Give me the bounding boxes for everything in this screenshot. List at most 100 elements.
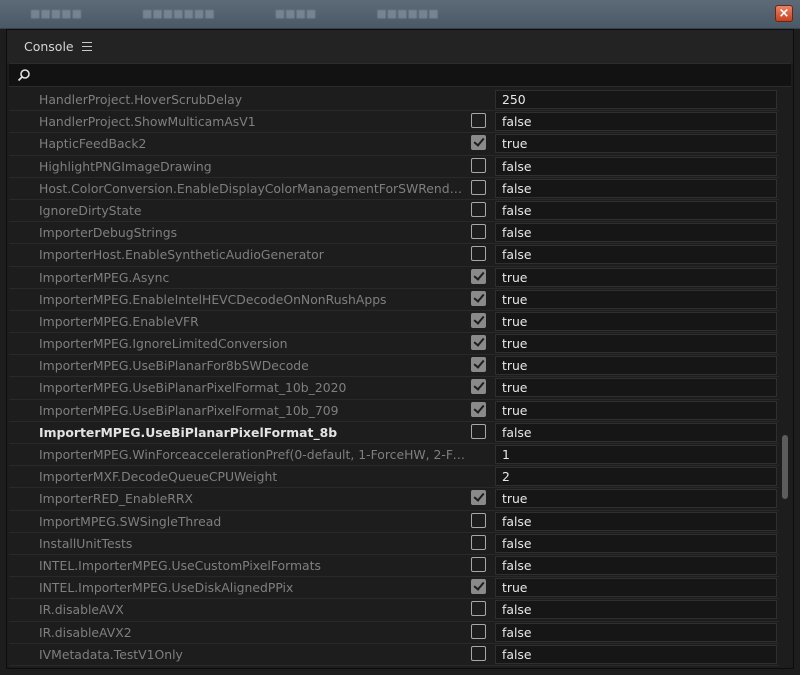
- setting-name: INTEL.ImporterMPEG.UseCustomPixelFormats: [39, 557, 321, 573]
- table-row: IgnoreDirtyState false: [9, 200, 779, 223]
- setting-value-field[interactable]: true: [495, 356, 777, 376]
- table-row: ImporterRED_EnableRRX true: [9, 488, 779, 511]
- setting-name: IR.disableAVX2: [39, 624, 132, 640]
- checkbox-unchecked[interactable]: [471, 423, 486, 439]
- panel-title: Console: [24, 39, 74, 54]
- table-row: ImporterMPEG.Async true: [9, 267, 779, 289]
- table-row: HighlightPNGImageDrawing false: [9, 156, 779, 178]
- setting-value-field[interactable]: false: [495, 156, 777, 176]
- close-button[interactable]: ×: [775, 5, 793, 22]
- setting-name: ImporterMPEG.EnableVFR: [39, 313, 199, 329]
- checkbox-unchecked[interactable]: [471, 113, 486, 129]
- window-titlebar: ■■■■■ ■■■■■■■ ■■■■ ■■■■■■ ×: [0, 0, 800, 29]
- setting-value-field[interactable]: false: [495, 555, 777, 575]
- checkbox-unchecked[interactable]: [471, 157, 486, 173]
- checkbox-checked[interactable]: [471, 579, 486, 595]
- table-row: ImporterMPEG.UseBiPlanarPixelFormat_10b_…: [9, 400, 779, 422]
- setting-value-field[interactable]: false: [495, 178, 777, 198]
- setting-value-field[interactable]: false: [495, 245, 777, 265]
- table-row: IVMetadata.TestV1Only false: [9, 644, 779, 666]
- table-row: Host.ColorConversion.EnableDisplayColorM…: [9, 178, 779, 200]
- setting-value-field[interactable]: false: [495, 511, 777, 531]
- setting-value-field[interactable]: false: [495, 622, 777, 642]
- table-row: HandlerProject.HoverScrubDelay 250: [9, 89, 779, 112]
- checkbox-unchecked[interactable]: [471, 601, 486, 617]
- setting-name: IVMetadata.TestV1Only: [39, 646, 183, 662]
- table-row: ImporterDebugStrings false: [9, 222, 779, 245]
- setting-value-field[interactable]: false: [495, 644, 777, 664]
- setting-value-field[interactable]: true: [495, 311, 777, 331]
- setting-value-field[interactable]: 250: [495, 90, 777, 109]
- checkbox-unchecked[interactable]: [471, 623, 486, 639]
- setting-value-field[interactable]: false: [495, 422, 777, 442]
- checkbox-unchecked[interactable]: [471, 201, 486, 217]
- table-row: ImporterMPEG.UseBiPlanarFor8bSWDecode tru…: [9, 355, 779, 378]
- checkbox-unchecked[interactable]: [471, 556, 486, 572]
- setting-value-field[interactable]: true: [495, 289, 777, 309]
- checkbox-checked[interactable]: [471, 135, 486, 151]
- checkbox-unchecked[interactable]: [471, 224, 486, 240]
- checkbox-checked[interactable]: [471, 357, 486, 373]
- table-row: ImporterMPEG.UseBiPlanarPixelFormat_10b_…: [9, 377, 779, 400]
- setting-name: ImporterHost.EnableSyntheticAudioGenerat…: [39, 247, 324, 263]
- setting-value-field[interactable]: false: [495, 600, 777, 620]
- checkbox-unchecked[interactable]: [471, 179, 486, 195]
- setting-value-field[interactable]: true: [495, 400, 777, 420]
- vertical-scrollbar[interactable]: [779, 89, 791, 667]
- setting-value-field[interactable]: false: [495, 200, 777, 220]
- console-settings-list: HandlerProject.HoverScrubDelay 250 Handler…: [9, 89, 779, 667]
- setting-value-field[interactable]: true: [495, 267, 777, 287]
- setting-name: ImporterMPEG.UseBiPlanarPixelFormat_10b_…: [39, 380, 347, 396]
- setting-name: HapticFeedBack2: [39, 136, 147, 152]
- search-bar: [9, 63, 791, 87]
- panel-header: Console: [7, 30, 793, 63]
- setting-name: ImporterRED_EnableRRX: [39, 491, 193, 507]
- setting-value-field[interactable]: true: [495, 334, 777, 354]
- setting-name: ImporterMXF.DecodeQueueCPUWeight: [39, 469, 278, 485]
- setting-value-field[interactable]: true: [495, 578, 777, 598]
- table-row: ImporterMPEG.WinForceaccelerationPref(0-…: [9, 444, 779, 467]
- setting-name: IgnoreDirtyState: [39, 202, 142, 218]
- setting-value-field[interactable]: true: [495, 378, 777, 398]
- checkbox-checked[interactable]: [471, 401, 486, 417]
- table-row: InstallUnitTests false: [9, 533, 779, 555]
- setting-name: HighlightPNGImageDrawing: [39, 158, 212, 174]
- checkbox-unchecked[interactable]: [471, 534, 486, 550]
- setting-value-field[interactable]: true: [495, 134, 777, 154]
- setting-value-field[interactable]: 1: [495, 445, 777, 464]
- setting-name: ImportMPEG.SWSingleThread: [39, 513, 222, 529]
- scrollbar-thumb[interactable]: [782, 435, 788, 499]
- setting-value-field[interactable]: false: [495, 112, 777, 132]
- table-row: ImportMPEG.SWSingleThread false: [9, 511, 779, 533]
- checkbox-checked[interactable]: [471, 379, 486, 395]
- checkbox-checked[interactable]: [471, 335, 486, 351]
- table-row: ImporterMPEG.EnableIntelHEVCDecodeOnNonR…: [9, 289, 779, 311]
- checkbox-unchecked[interactable]: [471, 246, 486, 262]
- setting-name: IR.disableAVX: [39, 602, 124, 618]
- checkbox-checked[interactable]: [471, 268, 486, 284]
- setting-value-field[interactable]: false: [495, 223, 777, 243]
- checkbox-checked[interactable]: [471, 290, 486, 306]
- table-row: INTEL.ImporterMPEG.UseDiskAlignedPPix tru…: [9, 577, 779, 600]
- setting-name: Host.ColorConversion.EnableDisplayColorM…: [39, 180, 469, 196]
- setting-name: ImporterMPEG.UseBiPlanarPixelFormat_10b_…: [39, 402, 339, 418]
- setting-name: HandlerProject.HoverScrubDelay: [39, 92, 243, 107]
- table-row: HandlerProject.ShowMulticamAsV1 false: [9, 111, 779, 134]
- hamburger-menu-icon[interactable]: [82, 42, 92, 51]
- checkbox-unchecked[interactable]: [471, 512, 486, 528]
- search-icon: [17, 69, 30, 82]
- search-input[interactable]: [37, 66, 781, 86]
- setting-name: ImporterMPEG.Async: [39, 269, 170, 285]
- setting-value-field[interactable]: true: [495, 489, 777, 509]
- setting-name: ImporterMPEG.UseBiPlanarPixelFormat_8b: [39, 424, 338, 440]
- checkbox-checked[interactable]: [471, 312, 486, 328]
- checkbox-unchecked[interactable]: [471, 645, 486, 661]
- table-row: ImporterMPEG.UseBiPlanarPixelFormat_8b fa…: [9, 422, 779, 444]
- table-row: IR.disableAVX2 false: [9, 622, 779, 644]
- setting-name: InstallUnitTests: [39, 535, 133, 551]
- setting-name: ImporterDebugStrings: [39, 225, 178, 241]
- setting-value-field[interactable]: false: [495, 533, 777, 553]
- setting-name: INTEL.ImporterMPEG.UseDiskAlignedPPix: [39, 580, 294, 596]
- setting-value-field[interactable]: 2: [495, 467, 777, 487]
- checkbox-checked[interactable]: [471, 490, 486, 506]
